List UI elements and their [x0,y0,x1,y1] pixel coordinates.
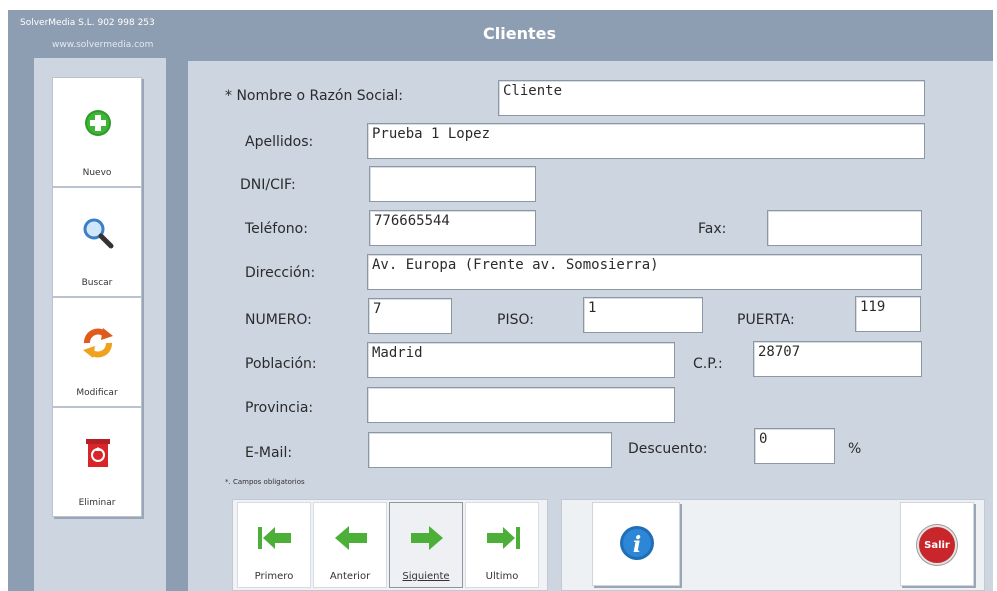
svg-text:i: i [633,532,641,558]
search-button[interactable]: Buscar [52,187,142,297]
info-icon: i [619,525,655,565]
next-button[interactable]: Siguiente [389,502,463,588]
exit-label: Salir [924,539,950,551]
address-field[interactable]: Av. Europa (Frente av. Somosierra) [367,254,922,290]
address-label: Dirección: [245,265,316,281]
percent-sign: % [848,441,862,457]
door-label: PUERTA: [737,312,795,328]
dni-field[interactable] [369,166,536,202]
previous-record-icon [331,519,371,557]
next-record-icon [407,519,447,557]
previous-button[interactable]: Anterior [313,502,387,588]
company-name: SolverMedia S.L. 902 998 253 [20,18,155,28]
next-button-label: Siguiente [402,571,450,582]
delete-button[interactable]: Eliminar [52,407,142,517]
fax-field[interactable] [767,210,922,246]
number-field[interactable]: 7 [368,298,452,334]
province-field[interactable] [367,387,675,423]
first-record-icon [255,519,295,557]
name-label: * Nombre o Razón Social: [225,88,404,104]
city-label: Población: [245,356,317,372]
new-button[interactable]: Nuevo [52,77,142,187]
dni-label: DNI/CIF: [240,177,296,193]
record-navigation: Primero Anterior Siguiente Ultimo [232,499,548,591]
last-button-label: Ultimo [485,571,519,582]
number-label: NUMERO: [245,312,312,328]
postal-code-label: C.P.: [693,356,723,372]
discount-field[interactable]: 0 [754,428,835,464]
province-label: Provincia: [245,400,314,416]
postal-code-field[interactable]: 28707 [753,341,922,377]
action-bar: i Salir [561,499,985,591]
delete-button-label: Eliminar [78,498,116,508]
exit-icon: Salir [917,525,957,565]
floor-label: PISO: [497,312,534,328]
magnifier-icon [79,214,117,252]
fax-label: Fax: [698,221,727,237]
exit-button[interactable]: Salir [900,502,974,586]
company-website: www.solvermedia.com [52,40,154,50]
floor-field[interactable]: 1 [583,297,703,333]
discount-label: Descuento: [628,441,708,457]
modify-button[interactable]: Modificar [52,297,142,407]
recycle-bin-icon [79,434,117,472]
first-button[interactable]: Primero [237,502,311,588]
email-label: E-Mail: [245,445,293,461]
first-button-label: Primero [254,571,294,582]
city-field[interactable]: Madrid [367,342,675,378]
page-title: Clientes [483,24,556,43]
surname-label: Apellidos: [245,134,314,150]
modify-button-label: Modificar [76,388,118,398]
phone-field[interactable]: 776665544 [369,210,536,246]
sidebar: Nuevo Buscar Modificar Eliminar [34,58,166,591]
new-button-label: Nuevo [82,168,112,178]
name-field[interactable]: Cliente [498,80,925,116]
previous-button-label: Anterior [329,571,371,582]
last-record-icon [483,519,523,557]
email-field[interactable] [368,432,612,468]
last-button[interactable]: Ultimo [465,502,539,588]
search-button-label: Buscar [81,278,113,288]
plus-icon [79,104,117,142]
info-button[interactable]: i [592,502,680,586]
phone-label: Teléfono: [245,221,308,237]
surname-field[interactable]: Prueba 1 Lopez [367,123,925,159]
refresh-icon [79,324,117,362]
required-fields-note: *. Campos obligatorios [225,478,305,486]
door-field[interactable]: 119 [855,296,921,332]
